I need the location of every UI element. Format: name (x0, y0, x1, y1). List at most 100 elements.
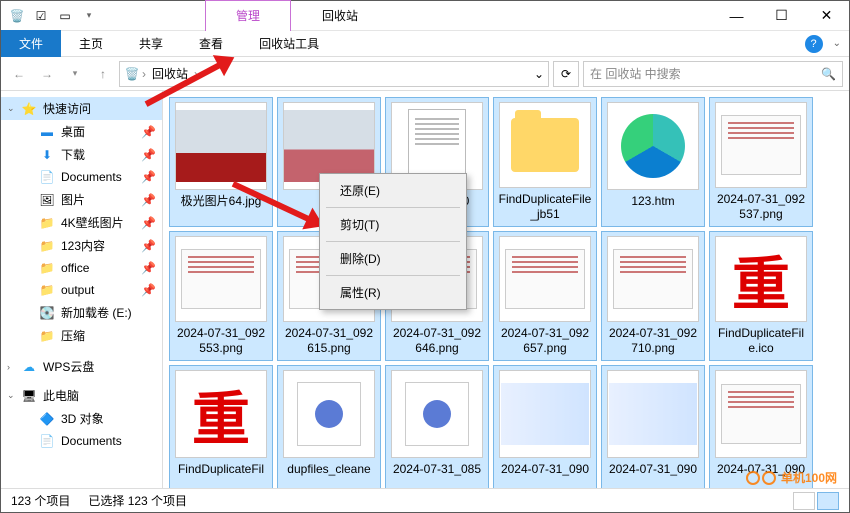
sidebar-thispc[interactable]: ⌄🖥此电脑 (1, 384, 162, 407)
file-item[interactable]: 2024-07-31_090 (601, 365, 705, 489)
ctx-restore[interactable]: 还原(E) (322, 176, 464, 205)
ribbon-tabs: 文件 主页 共享 查看 回收站工具 ? ⌄ (1, 31, 849, 57)
sidebar-wps[interactable]: ›☁WPS云盘 (1, 355, 162, 378)
file-item[interactable]: 2024-07-31_092553.png (169, 231, 273, 361)
qat-dropdown-icon[interactable]: ▾ (81, 8, 97, 24)
sidebar-wallpaper[interactable]: 📁4K壁纸图片📌 (1, 211, 162, 234)
sidebar-documents2[interactable]: 📄Documents (1, 430, 162, 452)
file-item[interactable]: 2024-07-31_090 (493, 365, 597, 489)
search-input[interactable]: 在 回收站 中搜索 🔍 (583, 61, 843, 87)
sidebar-3dobjects[interactable]: 🔷3D 对象 (1, 407, 162, 430)
title-context-tabs: 管理 回收站 (205, 0, 389, 31)
file-label: 2024-07-31_085 (393, 462, 481, 477)
sidebar-output[interactable]: 📁output📌 (1, 279, 162, 301)
tab-file[interactable]: 文件 (1, 30, 61, 57)
back-button[interactable]: ← (7, 62, 31, 86)
status-selected-count: 已选择 123 个项目 (88, 492, 187, 509)
recent-dropdown-icon[interactable]: ▾ (63, 62, 87, 86)
file-thumbnail (175, 102, 267, 190)
close-button[interactable]: ✕ (804, 1, 849, 30)
sidebar-item-label: 3D 对象 (61, 410, 104, 427)
search-placeholder: 在 回收站 中搜索 (590, 65, 681, 82)
file-item[interactable]: 123.htm (601, 97, 705, 227)
refresh-button[interactable]: ⟳ (553, 61, 579, 87)
file-item[interactable]: 2024-07-31_092537.png (709, 97, 813, 227)
forward-button[interactable]: → (35, 62, 59, 86)
file-item[interactable]: 重 FindDuplicateFil (169, 365, 273, 489)
properties-icon[interactable]: ▭ (57, 8, 73, 24)
file-label: 极光图片64.jpg (181, 194, 262, 209)
file-label: 2024-07-31_090 (609, 462, 697, 477)
file-label: 123.htm (631, 194, 674, 209)
ribbon-expand-icon[interactable]: ⌄ (833, 38, 841, 49)
up-button[interactable]: ↑ (91, 62, 115, 86)
ctx-delete[interactable]: 删除(D) (322, 244, 464, 273)
sidebar-item-label: 桌面 (61, 123, 85, 140)
sidebar-item-label: office (61, 261, 89, 275)
file-label: 2024-07-31_090 (501, 462, 589, 477)
sidebar-quick-access[interactable]: ⌄⭐快速访问 (1, 97, 162, 120)
view-details-button[interactable] (793, 492, 815, 510)
navigation-bar: ← → ▾ ↑ 🗑️ › 回收站 › ⌄ ⟳ 在 回收站 中搜索 🔍 (1, 57, 849, 91)
view-thumbnails-button[interactable] (817, 492, 839, 510)
file-item[interactable]: 2024-07-31_092710.png (601, 231, 705, 361)
file-item[interactable]: FindDuplicateFile_jb51 (493, 97, 597, 227)
file-thumbnail: 重 (175, 370, 267, 458)
sidebar-desktop[interactable]: ▬桌面📌 (1, 120, 162, 143)
sidebar-item-label: 新加载卷 (E:) (61, 304, 132, 321)
sidebar-item-label: WPS云盘 (43, 358, 94, 375)
sidebar-newvol[interactable]: 💽新加载卷 (E:) (1, 301, 162, 324)
sidebar-documents[interactable]: 📄Documents📌 (1, 166, 162, 188)
sidebar-item-label: Documents (61, 434, 122, 448)
ctx-properties[interactable]: 属性(R) (322, 278, 464, 307)
ctx-cut[interactable]: 剪切(T) (322, 210, 464, 239)
sidebar-compressed[interactable]: 📁压缩 (1, 324, 162, 347)
file-thumbnail: 重 (715, 236, 807, 322)
watermark: 单机100网 (745, 469, 837, 486)
file-label: 2024-07-31_092615.png (282, 326, 376, 356)
file-thumbnail (499, 102, 591, 188)
file-label: dupfiles_cleane (287, 462, 370, 477)
file-item[interactable]: 2024-07-31_092657.png (493, 231, 597, 361)
help-icon[interactable]: ? (805, 35, 823, 53)
tab-recycle-tools[interactable]: 回收站工具 (241, 30, 337, 57)
sidebar-office[interactable]: 📁office📌 (1, 257, 162, 279)
tab-home[interactable]: 主页 (61, 30, 121, 57)
sidebar-downloads[interactable]: ⬇下载📌 (1, 143, 162, 166)
checkbox-icon[interactable]: ☑ (33, 8, 49, 24)
ctx-separator (326, 275, 460, 276)
sidebar-123[interactable]: 📁123内容📌 (1, 234, 162, 257)
sidebar-item-label: 压缩 (61, 327, 85, 344)
file-item[interactable]: 2024-07-31_085 (385, 365, 489, 489)
sidebar-item-label: 123内容 (61, 237, 105, 254)
file-thumbnail (391, 370, 483, 458)
file-thumbnail (607, 370, 699, 458)
sidebar-item-label: 图片 (61, 191, 85, 208)
status-item-count: 123 个项目 (11, 492, 70, 509)
file-label: FindDuplicateFile_jb51 (498, 192, 592, 222)
file-item[interactable]: dupfiles_cleane (277, 365, 381, 489)
sidebar-item-label: 此电脑 (43, 387, 79, 404)
file-label: 2024-07-31_092646.png (390, 326, 484, 356)
file-thumbnail (499, 370, 591, 458)
recycle-bin-icon: 🗑️ (9, 8, 25, 24)
file-label: FindDuplicateFil (178, 462, 264, 477)
file-thumbnail (607, 236, 699, 322)
ctx-separator (326, 207, 460, 208)
file-label: 2024-07-31_092657.png (498, 326, 592, 356)
address-dropdown-icon[interactable]: ⌄ (534, 67, 544, 81)
file-label: FindDuplicateFile.ico (714, 326, 808, 356)
file-list[interactable]: 极光图片64.jpguplicar_v2.0FindDuplicateFile_… (163, 91, 849, 489)
manage-tab[interactable]: 管理 (205, 0, 291, 31)
file-item[interactable]: 极光图片64.jpg (169, 97, 273, 227)
sidebar-pictures[interactable]: 🖼图片📌 (1, 188, 162, 211)
search-icon[interactable]: 🔍 (821, 67, 836, 81)
tab-share[interactable]: 共享 (121, 30, 181, 57)
file-item[interactable]: 重 FindDuplicateFile.ico (709, 231, 813, 361)
quick-access-toolbar: 🗑️ ☑ ▭ ▾ (1, 8, 105, 24)
view-mode-buttons (793, 492, 839, 510)
maximize-button[interactable]: ☐ (759, 1, 804, 30)
minimize-button[interactable]: — (714, 1, 759, 30)
title-bar: 🗑️ ☑ ▭ ▾ 管理 回收站 — ☐ ✕ (1, 1, 849, 31)
chevron-right-icon[interactable]: › (140, 67, 148, 81)
